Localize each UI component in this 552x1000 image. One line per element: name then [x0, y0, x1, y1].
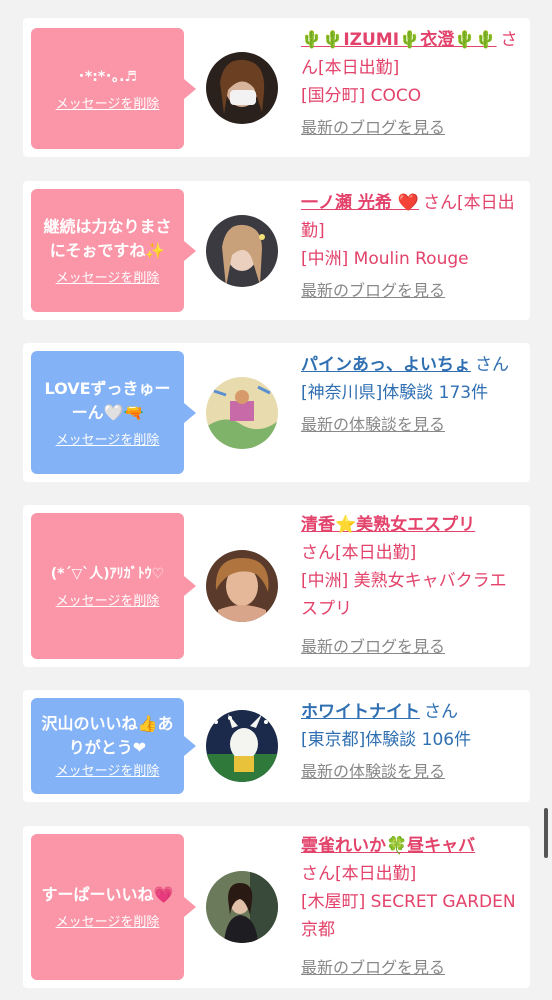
message-text: (*´▽`人)ｱﾘｶﾞﾄｳ♡	[50, 566, 165, 582]
message-bubble: LOVEずっきゅーーん🤍🔫 メッセージを削除	[31, 351, 196, 474]
scrollbar[interactable]	[544, 808, 548, 858]
user-status: さん	[475, 355, 509, 375]
avatar[interactable]	[206, 550, 278, 622]
latest-review-link[interactable]: 最新の体験談を見る	[301, 762, 523, 782]
favorite-card: 沢山のいいね👍ありがとう❤ メッセージを削除 ホワイトナイト さん [東京都]体験…	[23, 690, 530, 802]
shop-location: [中洲] Moulin Rouge	[301, 249, 469, 269]
favorite-card: すーぱーいいね💗 メッセージを削除 雲雀れいか🍀昼キャバ さん[本日出勤] [木屋…	[23, 826, 530, 988]
message-text: ･*:*･｡.♬	[77, 68, 138, 85]
delete-message-link[interactable]: メッセージを削除	[56, 271, 160, 287]
review-count: [東京都]体験談 106件	[301, 730, 472, 750]
latest-blog-link[interactable]: 最新のブログを見る	[301, 637, 523, 657]
delete-message-link[interactable]: メッセージを削除	[56, 594, 160, 610]
favorite-card: ･*:*･｡.♬ メッセージを削除 🌵🌵IZUMI🌵衣澄🌵🌵 さん[本日出勤] […	[23, 18, 530, 157]
message-text: 継続は力なりまさにそぉですね✨	[43, 216, 172, 260]
user-name-link[interactable]: 一ノ瀬 光希 ❤️	[301, 193, 419, 213]
favorite-card: 継続は力なりまさにそぉですね✨ メッセージを削除 一ノ瀬 光希 ❤️ さん[本日出…	[23, 181, 530, 320]
favorite-card: LOVEずっきゅーーん🤍🔫 メッセージを削除 パインあっ、よいちょ さん [神奈川…	[23, 343, 530, 482]
user-status: さん	[424, 702, 458, 722]
user-status: さん[本日出勤]	[301, 864, 417, 884]
latest-blog-link[interactable]: 最新のブログを見る	[301, 118, 523, 138]
user-name-link[interactable]: パインあっ、よいちょ	[301, 355, 471, 375]
latest-review-link[interactable]: 最新の体験談を見る	[301, 415, 523, 435]
review-count: [神奈川県]体験談 173件	[301, 383, 489, 403]
avatar[interactable]	[206, 710, 278, 782]
delete-message-link[interactable]: メッセージを削除	[56, 915, 160, 931]
avatar[interactable]	[206, 377, 278, 449]
favorite-card: (*´▽`人)ｱﾘｶﾞﾄｳ♡ メッセージを削除 清香⭐美熟女エスプリ さん[本日出…	[23, 505, 530, 667]
user-info: 雲雀れいか🍀昼キャバ さん[本日出勤] [木屋町] SECRET GARDEN 京…	[301, 832, 523, 978]
shop-location: [中洲] 美熟女キャバクラエスプリ	[301, 571, 507, 619]
shop-location: [木屋町] SECRET GARDEN 京都	[301, 892, 516, 940]
user-info: 一ノ瀬 光希 ❤️ さん[本日出勤] [中洲] Moulin Rouge 最新のブ…	[301, 189, 523, 301]
user-info: ホワイトナイト さん [東京都]体験談 106件 最新の体験談を見る	[301, 698, 523, 782]
user-name-link[interactable]: 清香⭐美熟女エスプリ	[301, 515, 475, 535]
message-bubble: ･*:*･｡.♬ メッセージを削除	[31, 28, 196, 149]
message-text: 沢山のいいね👍ありがとう❤	[41, 714, 174, 757]
message-bubble: (*´▽`人)ｱﾘｶﾞﾄｳ♡ メッセージを削除	[31, 513, 196, 659]
message-text: すーぱーいいね💗	[41, 885, 174, 904]
delete-message-link[interactable]: メッセージを削除	[56, 764, 160, 780]
delete-message-link[interactable]: メッセージを削除	[56, 433, 160, 449]
user-info: パインあっ、よいちょ さん [神奈川県]体験談 173件 最新の体験談を見る	[301, 351, 523, 435]
latest-blog-link[interactable]: 最新のブログを見る	[301, 281, 523, 301]
avatar[interactable]	[206, 871, 278, 943]
user-info: 🌵🌵IZUMI🌵衣澄🌵🌵 さん[本日出勤] [国分町] COCO 最新のブログを見…	[301, 26, 523, 138]
delete-message-link[interactable]: メッセージを削除	[56, 97, 160, 113]
user-name-link[interactable]: 雲雀れいか🍀昼キャバ	[301, 836, 475, 856]
avatar[interactable]	[206, 52, 278, 124]
message-bubble: 沢山のいいね👍ありがとう❤ メッセージを削除	[31, 698, 196, 794]
user-info: 清香⭐美熟女エスプリ さん[本日出勤] [中洲] 美熟女キャバクラエスプリ 最新の…	[301, 511, 523, 657]
avatar[interactable]	[206, 215, 278, 287]
user-status: さん[本日出勤]	[301, 543, 417, 563]
user-name-link[interactable]: ホワイトナイト	[301, 702, 420, 722]
shop-location: [国分町] COCO	[301, 86, 422, 106]
latest-blog-link[interactable]: 最新のブログを見る	[301, 958, 523, 978]
message-bubble: すーぱーいいね💗 メッセージを削除	[31, 834, 196, 980]
message-text: LOVEずっきゅーーん🤍🔫	[44, 378, 171, 422]
message-bubble: 継続は力なりまさにそぉですね✨ メッセージを削除	[31, 189, 196, 312]
user-name-link[interactable]: 🌵🌵IZUMI🌵衣澄🌵🌵	[301, 30, 497, 50]
